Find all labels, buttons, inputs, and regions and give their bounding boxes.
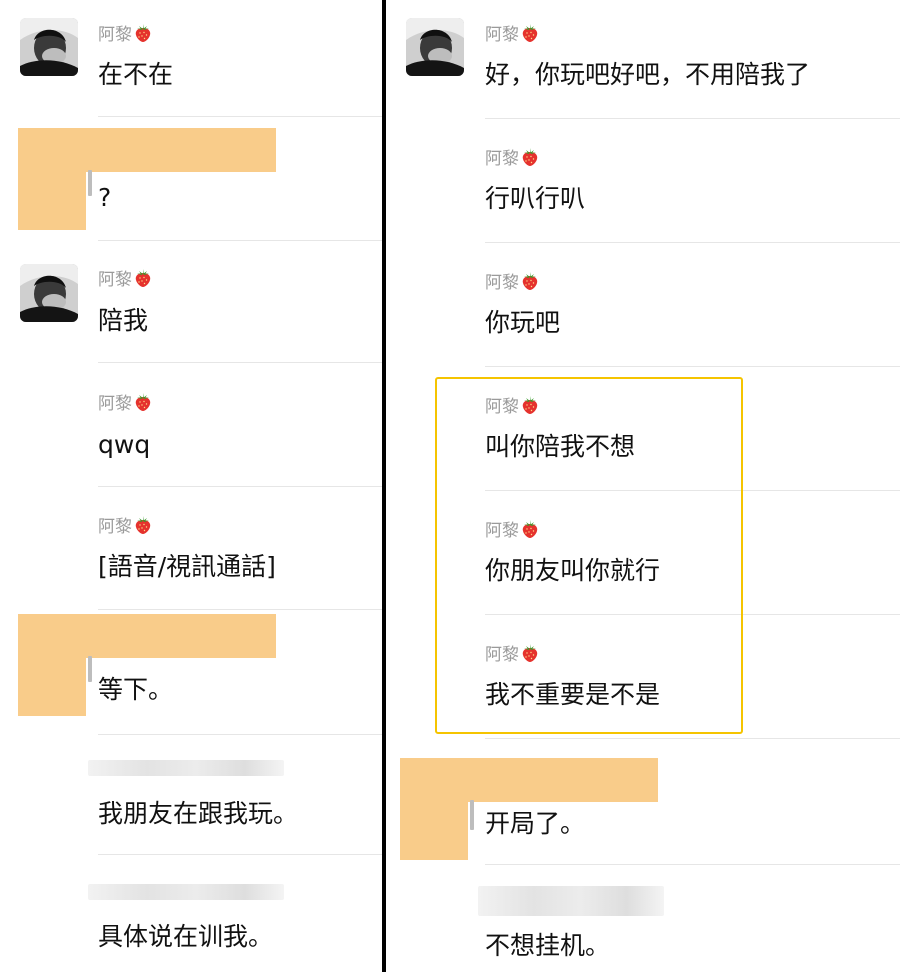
message-text: 你玩吧 <box>485 308 561 337</box>
strawberry-icon <box>133 23 153 43</box>
strawberry-icon <box>520 23 540 43</box>
separator <box>98 854 382 855</box>
separator <box>98 362 382 363</box>
separator <box>98 240 382 241</box>
message-row: 阿黎 叫你陪我不想 <box>386 372 900 496</box>
blurred-sender <box>478 886 664 916</box>
message-text: 开局了。 <box>485 809 586 838</box>
message-row: 不想挂机。 <box>386 872 900 972</box>
sender-name: 阿黎 <box>485 147 540 170</box>
message-text: 行叭行叭 <box>485 184 586 213</box>
message-text: 叫你陪我不想 <box>485 432 636 461</box>
separator <box>485 864 900 865</box>
blurred-sender <box>88 760 284 776</box>
strawberry-icon <box>133 515 153 535</box>
strawberry-icon <box>133 392 153 412</box>
sender-name: 阿黎 <box>485 395 540 418</box>
message-row: 开局了。 <box>386 756 900 880</box>
message-row: 阿黎 qwq <box>0 372 382 496</box>
message-text: 你朋友叫你就行 <box>485 556 661 585</box>
message-text: 在不在 <box>98 60 174 89</box>
avatar[interactable] <box>406 18 464 76</box>
sender-name: 阿黎 <box>485 23 540 46</box>
message-text: [語音/視訊通話] <box>98 552 276 581</box>
strawberry-icon <box>520 147 540 167</box>
message-row: 阿黎 好，你玩吧好吧，不用陪我了 <box>386 0 900 124</box>
message-text: qwq <box>98 430 151 459</box>
message-row: 具体说在训我。 <box>0 866 382 972</box>
sender-name: 阿黎 <box>485 519 540 542</box>
sender-name: 阿黎 <box>98 392 153 415</box>
sender-name: 阿黎 <box>98 515 153 538</box>
separator <box>485 738 900 739</box>
message-text: 等下。 <box>98 675 174 704</box>
message-text: 好，你玩吧好吧，不用陪我了 <box>485 60 811 89</box>
message-text: 具体说在训我。 <box>98 922 274 951</box>
message-text: 陪我 <box>98 306 149 335</box>
redacted-edge <box>470 800 474 830</box>
separator <box>485 366 900 367</box>
redaction-block <box>18 128 86 230</box>
message-text: 我朋友在跟我玩。 <box>98 799 299 828</box>
separator <box>485 118 900 119</box>
sender-name: 阿黎 <box>98 23 153 46</box>
sender-name: 阿黎 <box>485 643 540 666</box>
message-text: 不想挂机。 <box>485 931 611 960</box>
avatar[interactable] <box>20 18 78 76</box>
separator <box>485 242 900 243</box>
sender-name: 阿黎 <box>98 268 153 291</box>
sender-name: 阿黎 <box>485 271 540 294</box>
separator <box>485 614 900 615</box>
blurred-sender <box>88 884 284 900</box>
message-row: 阿黎 陪我 <box>0 248 382 372</box>
message-row: 我朋友在跟我玩。 <box>0 742 382 866</box>
message-row: 等下。 <box>0 610 382 735</box>
right-chat-panel[interactable]: 阿黎 好，你玩吧好吧，不用陪我了 阿黎 行叭行叭 阿黎 你玩吧 阿黎 叫你陪我不… <box>386 0 900 972</box>
strawberry-icon <box>520 643 540 663</box>
strawberry-icon <box>520 271 540 291</box>
left-chat-panel[interactable]: 阿黎 在不在 ? 阿黎 陪我 阿黎 qwq 阿黎 [語音/視訊通話] 等下。 我… <box>0 0 382 972</box>
avatar[interactable] <box>20 264 78 322</box>
message-row: 阿黎 你朋友叫你就行 <box>386 496 900 620</box>
message-row: 阿黎 [語音/視訊通話] <box>0 496 382 620</box>
message-row: 阿黎 你玩吧 <box>386 248 900 372</box>
message-text: 我不重要是不是 <box>485 680 661 709</box>
separator <box>98 116 382 117</box>
redacted-edge <box>88 656 92 682</box>
message-text: ? <box>98 183 112 212</box>
separator <box>98 734 382 735</box>
separator <box>485 490 900 491</box>
redaction-block <box>400 758 468 860</box>
message-row: ? <box>0 124 382 248</box>
redaction-block <box>18 614 86 716</box>
message-row: 阿黎 行叭行叭 <box>386 124 900 248</box>
message-row: 阿黎 我不重要是不是 <box>386 620 900 744</box>
separator <box>98 486 382 487</box>
redacted-edge <box>88 170 92 196</box>
strawberry-icon <box>520 395 540 415</box>
message-row: 阿黎 在不在 <box>0 0 382 124</box>
strawberry-icon <box>520 519 540 539</box>
strawberry-icon <box>133 268 153 288</box>
